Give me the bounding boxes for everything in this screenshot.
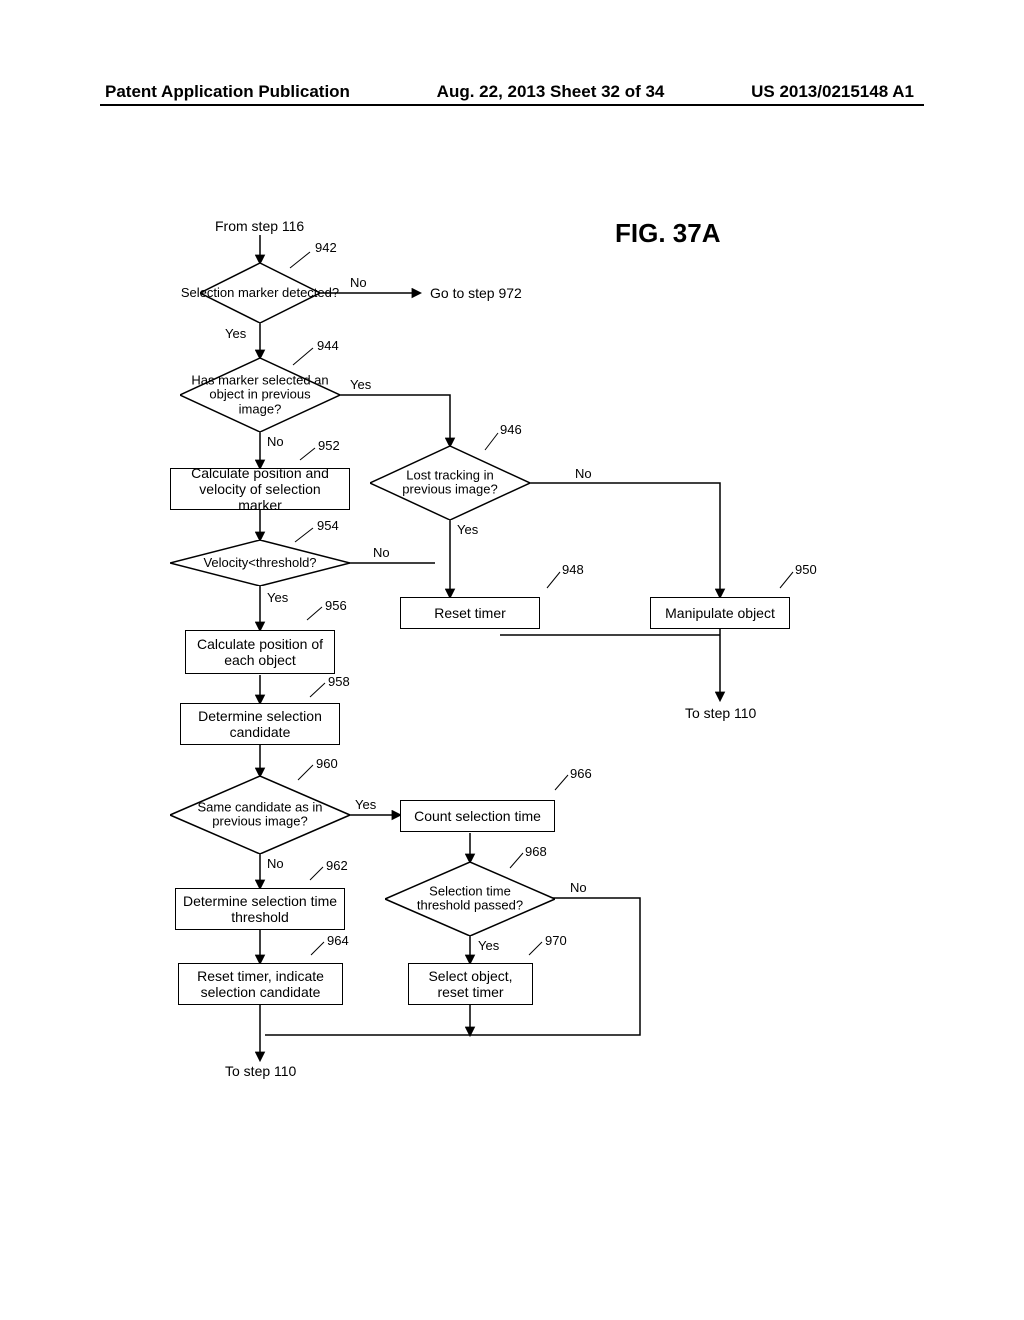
label-944-yes: Yes [350, 377, 371, 392]
process-958: Determine selection candidate [180, 703, 340, 745]
process-970-label: Select object, reset timer [415, 968, 526, 1000]
patent-header: Patent Application Publication Aug. 22, … [0, 82, 1024, 102]
label-960-no: No [267, 856, 284, 871]
label-to-110-right: To step 110 [685, 705, 756, 721]
label-944-no: No [267, 434, 284, 449]
ref-970: 970 [545, 933, 567, 948]
ref-946: 946 [500, 422, 522, 437]
ref-958: 958 [328, 674, 350, 689]
label-946-yes: Yes [457, 522, 478, 537]
ref-966: 966 [570, 766, 592, 781]
ref-960: 960 [316, 756, 338, 771]
decision-954-label: Velocity<threshold? [185, 556, 335, 570]
process-964: Reset timer, indicate selection candidat… [178, 963, 343, 1005]
decision-944: Has marker selected an object in previou… [200, 358, 320, 432]
flowchart-edges [0, 0, 1024, 1320]
decision-968: Selection time threshold passed? [405, 862, 535, 936]
ref-954: 954 [317, 518, 339, 533]
decision-946: Lost tracking in previous image? [390, 446, 510, 520]
decision-960-label: Same candidate as in previous image? [190, 801, 330, 830]
ref-956: 956 [325, 598, 347, 613]
ref-952: 952 [318, 438, 340, 453]
process-962: Determine selection time threshold [175, 888, 345, 930]
decision-968-label: Selection time threshold passed? [410, 885, 530, 914]
process-966-label: Count selection time [414, 808, 541, 824]
ref-944: 944 [317, 338, 339, 353]
process-970: Select object, reset timer [408, 963, 533, 1005]
label-954-yes: Yes [267, 590, 288, 605]
process-948: Reset timer [400, 597, 540, 629]
label-954-no: No [373, 545, 390, 560]
decision-942-label: Selection marker detected? [180, 286, 340, 300]
process-964-label: Reset timer, indicate selection candidat… [185, 968, 336, 1000]
ref-942: 942 [315, 240, 337, 255]
label-to-110-bottom: To step 110 [225, 1063, 296, 1079]
ref-964: 964 [327, 933, 349, 948]
header-center: Aug. 22, 2013 Sheet 32 of 34 [437, 82, 665, 102]
header-rule [100, 104, 924, 106]
process-950: Manipulate object [650, 597, 790, 629]
process-962-label: Determine selection time threshold [182, 893, 338, 925]
process-948-label: Reset timer [434, 605, 506, 621]
process-956-label: Calculate position of each object [192, 636, 328, 668]
label-968-yes: Yes [478, 938, 499, 953]
process-952: Calculate position and velocity of selec… [170, 468, 350, 510]
decision-960: Same candidate as in previous image? [188, 776, 332, 854]
process-956: Calculate position of each object [185, 630, 335, 674]
header-right: US 2013/0215148 A1 [751, 82, 914, 102]
process-952-label: Calculate position and velocity of selec… [177, 465, 343, 513]
ref-948: 948 [562, 562, 584, 577]
label-go-972: Go to step 972 [430, 285, 522, 301]
page: Patent Application Publication Aug. 22, … [0, 0, 1024, 1320]
label-968-no: No [570, 880, 587, 895]
label-942-no: No [350, 275, 367, 290]
figure-title: FIG. 37A [615, 218, 720, 249]
header-left: Patent Application Publication [105, 82, 350, 102]
process-966: Count selection time [400, 800, 555, 832]
ref-950: 950 [795, 562, 817, 577]
decision-954: Velocity<threshold? [190, 540, 330, 586]
decision-942: Selection marker detected? [220, 263, 300, 323]
label-942-yes: Yes [225, 326, 246, 341]
process-950-label: Manipulate object [665, 605, 775, 621]
label-960-yes: Yes [355, 797, 376, 812]
decision-946-label: Lost tracking in previous image? [390, 469, 510, 498]
label-946-no: No [575, 466, 592, 481]
label-from: From step 116 [215, 218, 304, 234]
ref-962: 962 [326, 858, 348, 873]
decision-944-label: Has marker selected an object in previou… [190, 374, 330, 417]
process-958-label: Determine selection candidate [187, 708, 333, 740]
ref-968: 968 [525, 844, 547, 859]
